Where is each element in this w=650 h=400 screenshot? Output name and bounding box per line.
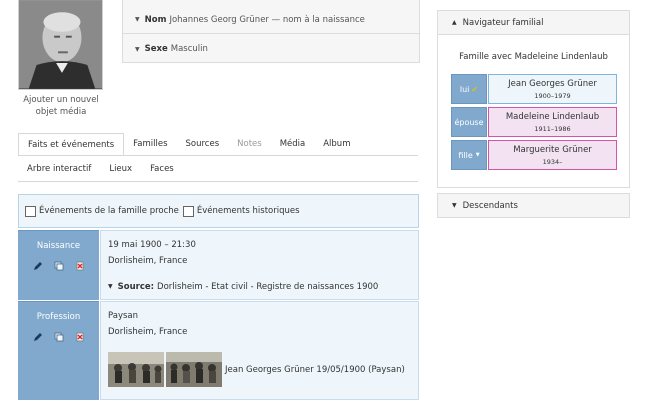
delete-icon[interactable] — [75, 261, 85, 271]
family-title: Famille avec Madeleine Lindenlaub — [459, 52, 608, 62]
tab-bar-row1: Faits et événements Familles Sources Not… — [18, 133, 359, 155]
relation-label: lui ✔ — [451, 74, 487, 104]
fact-place[interactable]: Dorlisheim, France — [101, 253, 418, 269]
relation-text: lui — [459, 84, 470, 94]
relation-label: épouse — [451, 107, 487, 137]
fact-type-label: Profession — [36, 312, 81, 322]
historical-filter[interactable]: Événements historiques — [182, 205, 300, 217]
person-name: Marguerite Grüner — [513, 145, 592, 155]
source-value: Dorlisheim - Etat civil - Registre de na… — [157, 282, 379, 292]
media-thumbnail[interactable] — [166, 352, 222, 387]
person-dates: 1934– — [542, 158, 563, 166]
fact-label-birth: Naissance — [18, 230, 99, 300]
fact-date: 19 mai 1900 – 21:30 — [108, 240, 196, 250]
tab-divider — [18, 155, 418, 156]
media-thumbnail[interactable] — [108, 352, 164, 387]
person-card[interactable]: Madeleine Lindenlaub 1911–1986 — [488, 107, 617, 137]
copy-icon[interactable] — [54, 261, 64, 271]
person-card[interactable]: Jean Georges Grüner 1900–1979 — [488, 74, 617, 104]
edit-icon[interactable] — [33, 261, 43, 271]
descendants-title: Descendants — [462, 200, 518, 211]
historical-checkbox[interactable] — [182, 205, 194, 217]
name-value: Johannes Georg Grüner — nom à la naissan… — [169, 14, 365, 25]
copy-icon[interactable] — [54, 332, 64, 342]
sex-value: Masculin — [170, 44, 208, 54]
descendants-panel: ▼ Descendants — [437, 193, 630, 218]
tab-media[interactable]: Média — [271, 133, 315, 155]
descendants-header[interactable]: ▼ Descendants — [438, 194, 629, 217]
fact-source[interactable]: ▼ Source: Dorlisheim - Etat civil - Regi… — [101, 279, 418, 295]
fact-detail-occupation: Paysan Dorlisheim, France Jean Georges G… — [100, 301, 419, 400]
person-dates: 1911–1986 — [534, 125, 571, 133]
caret-down-icon: ▼ — [452, 202, 457, 209]
fact-media: Jean Georges Grüner 19/05/1900 (Paysan) — [101, 352, 418, 387]
caret-down-icon: ▼ — [475, 152, 480, 158]
tab-facts-events[interactable]: Faits et événements — [18, 133, 125, 155]
media-caption[interactable]: Jean Georges Grüner 19/05/1900 (Paysan) — [225, 365, 405, 375]
event-filters: Événements de la famille proche Événemen… — [18, 194, 419, 228]
person-summary: ▼ Nom Johannes Georg Grüner — nom à la n… — [122, 0, 420, 63]
close-family-filter[interactable]: Événements de la famille proche — [25, 205, 179, 217]
portrait-image — [19, 0, 102, 89]
caret-down-icon: ▼ — [135, 16, 140, 23]
relation-text: fille — [458, 150, 473, 160]
tab-divider — [18, 181, 418, 182]
close-family-label: Événements de la famille proche — [39, 206, 179, 216]
caret-down-icon: ▼ — [108, 283, 113, 290]
sex-label: Sexe — [144, 44, 168, 54]
fact-value: Paysan — [108, 311, 139, 321]
person-name: Jean Georges Grüner — [508, 79, 597, 89]
caret-down-icon: ▼ — [135, 45, 140, 53]
caret-up-icon: ▲ — [452, 19, 457, 26]
family-member-row: lui ✔ Jean Georges Grüner 1900–1979 — [451, 74, 617, 104]
check-icon: ✔ — [471, 84, 479, 94]
tab-bar-row2: Arbre interactif Lieux Faces — [18, 158, 183, 180]
fact-detail-birth: 19 mai 1900 – 21:30 Dorlisheim, France ▼… — [100, 230, 419, 300]
fact-label-occupation: Profession — [18, 301, 99, 400]
historical-label: Événements historiques — [196, 206, 300, 216]
delete-icon[interactable] — [75, 332, 85, 342]
close-family-checkbox[interactable] — [25, 205, 36, 217]
person-card[interactable]: Marguerite Grüner 1934– — [488, 140, 617, 170]
tab-album[interactable]: Album — [314, 133, 359, 155]
family-navigator-panel: ▲ Navigateur familial Famille avec Madel… — [437, 10, 630, 188]
edit-icon[interactable] — [33, 332, 43, 342]
tab-faces[interactable]: Faces — [141, 158, 183, 180]
tab-notes[interactable]: Notes — [228, 133, 271, 155]
person-photo[interactable] — [18, 0, 103, 90]
relation-text: épouse — [454, 117, 484, 127]
add-media-link[interactable]: Ajouter un nouvel objet média — [14, 94, 108, 118]
relation-dropdown[interactable]: fille ▼ — [451, 140, 487, 170]
fact-type-label: Naissance — [36, 241, 81, 251]
family-navigator-title: Navigateur familial — [462, 17, 544, 28]
fact-place[interactable]: Dorlisheim, France — [101, 324, 418, 340]
tab-interactive-tree[interactable]: Arbre interactif — [18, 158, 100, 180]
tab-places[interactable]: Lieux — [100, 158, 141, 180]
name-label: Nom — [144, 14, 167, 25]
person-name: Madeleine Lindenlaub — [505, 112, 600, 122]
source-label: Source: — [117, 282, 155, 292]
family-navigator-header[interactable]: ▲ Navigateur familial — [438, 11, 629, 35]
sex-row[interactable]: ▼ Sexe Masculin — [123, 35, 419, 63]
tab-sources[interactable]: Sources — [177, 133, 229, 155]
tab-families[interactable]: Familles — [124, 133, 176, 155]
person-dates: 1900–1979 — [534, 92, 571, 100]
family-member-row: épouse Madeleine Lindenlaub 1911–1986 — [451, 107, 617, 137]
name-row[interactable]: ▼ Nom Johannes Georg Grüner — nom à la n… — [123, 6, 419, 34]
family-member-row: fille ▼ Marguerite Grüner 1934– — [451, 140, 617, 170]
